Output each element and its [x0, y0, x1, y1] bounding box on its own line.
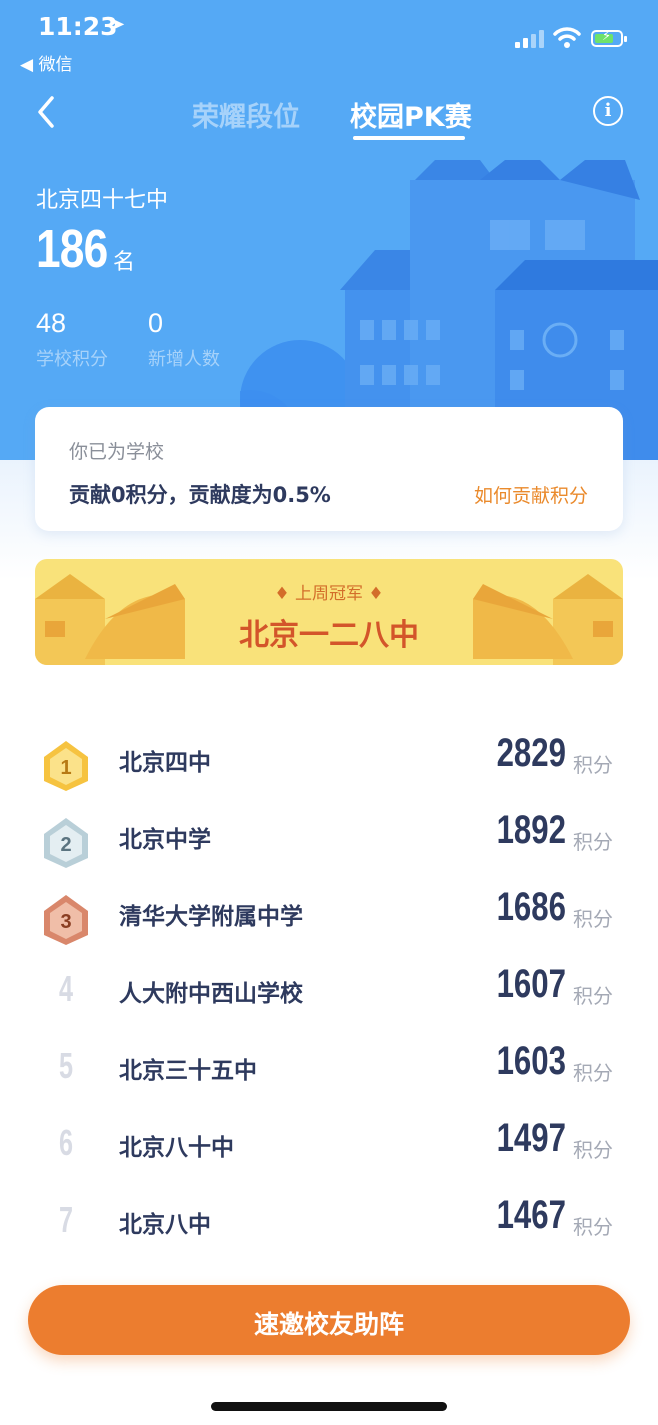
school-score: 1497 — [496, 1116, 566, 1160]
back-arrow-icon[interactable] — [30, 90, 70, 134]
how-to-contribute-link[interactable]: 如何贡献积分 — [474, 481, 588, 508]
ranking-row-7[interactable]: 7 北京八中 1467 积分 — [0, 1193, 658, 1271]
info-icon[interactable]: i — [593, 96, 623, 126]
rank-number: 6 — [58, 1122, 74, 1163]
last-week-champion-label: ♦ 上周冠军 ♦ — [274, 584, 384, 604]
status-time: 11:23 — [38, 12, 118, 41]
score-unit: 积分 — [573, 830, 613, 854]
school-name: 北京八中 — [119, 1212, 211, 1238]
school-name: 北京中学 — [119, 827, 211, 853]
invite-alumni-button[interactable]: 速邀校友助阵 — [28, 1285, 630, 1355]
ranking-row-4[interactable]: 4 人大附中西山学校 1607 积分 — [0, 962, 658, 1040]
school-score: 1467 — [496, 1193, 566, 1237]
school-score: 1607 — [496, 962, 566, 1006]
school-score: 1686 — [496, 885, 566, 929]
school-name: 北京四十七中 — [36, 188, 169, 213]
bronze-medal-icon: 3 — [44, 895, 88, 945]
score-unit: 积分 — [573, 984, 613, 1008]
contribution-card: 你已为学校 贡献0积分，贡献度为0.5% 如何贡献积分 — [35, 407, 623, 531]
svg-text:3: 3 — [60, 911, 71, 933]
ranking-row-6[interactable]: 6 北京八十中 1497 积分 — [0, 1116, 658, 1194]
gold-medal-icon: 1 — [44, 741, 88, 791]
score-unit: 积分 — [573, 907, 613, 931]
svg-text:2: 2 — [60, 834, 71, 856]
score-unit: 积分 — [573, 1215, 613, 1239]
rank-number: 4 — [58, 968, 74, 1009]
school-name: 清华大学附属中学 — [119, 904, 303, 930]
school-points-label: 学校积分 — [36, 349, 108, 370]
school-name: 人大附中西山学校 — [119, 981, 303, 1007]
invite-alumni-label: 速邀校友助阵 — [253, 1310, 404, 1339]
tab-campus-pk[interactable]: 校园PK赛 — [350, 95, 472, 134]
school-score: 2829 — [496, 731, 566, 775]
school-score: 1603 — [496, 1039, 566, 1083]
score-unit: 积分 — [573, 1138, 613, 1162]
school-rank-unit: 名 — [113, 250, 136, 275]
ranking-row-2[interactable]: 2 北京中学 1892 积分 — [0, 808, 658, 886]
champion-school-name: 北京一二八中 — [239, 618, 419, 653]
status-bar: 11:23 ➤ ◀ 微信 ⚡ — [0, 0, 658, 80]
score-unit: 积分 — [573, 1061, 613, 1085]
school-name: 北京八十中 — [119, 1135, 234, 1161]
signal-icon — [515, 30, 545, 48]
new-members-value: 0 — [148, 308, 164, 338]
ranking-row-3[interactable]: 3 清华大学附属中学 1686 积分 — [0, 885, 658, 963]
active-tab-indicator — [353, 136, 465, 140]
contribution-text: 贡献0积分，贡献度为0.5% — [69, 483, 331, 507]
back-to-wechat-link[interactable]: ◀ 微信 — [20, 50, 72, 75]
school-name: 北京四中 — [119, 750, 211, 776]
location-arrow-icon: ➤ — [110, 14, 126, 35]
rank-number: 5 — [58, 1045, 74, 1086]
school-name: 北京三十五中 — [119, 1058, 257, 1084]
svg-text:1: 1 — [60, 757, 71, 779]
school-score: 1892 — [496, 808, 566, 852]
contribution-title: 你已为学校 — [69, 441, 165, 463]
rank-number: 7 — [58, 1199, 74, 1240]
last-week-champion-banner[interactable]: ♦ 上周冠军 ♦ 北京一二八中 — [35, 559, 623, 665]
school-points-value: 48 — [36, 308, 67, 338]
battery-icon: ⚡ — [591, 29, 627, 47]
school-rank: 186 — [36, 219, 108, 279]
home-indicator — [211, 1402, 447, 1411]
new-members-label: 新增人数 — [148, 349, 220, 370]
wifi-icon — [553, 27, 581, 48]
ranking-row-5[interactable]: 5 北京三十五中 1603 积分 — [0, 1039, 658, 1117]
tab-honor-rank[interactable]: 荣耀段位 — [192, 95, 300, 134]
ranking-row-1[interactable]: 1 北京四中 2829 积分 — [0, 731, 658, 809]
silver-medal-icon: 2 — [44, 818, 88, 868]
score-unit: 积分 — [573, 753, 613, 777]
